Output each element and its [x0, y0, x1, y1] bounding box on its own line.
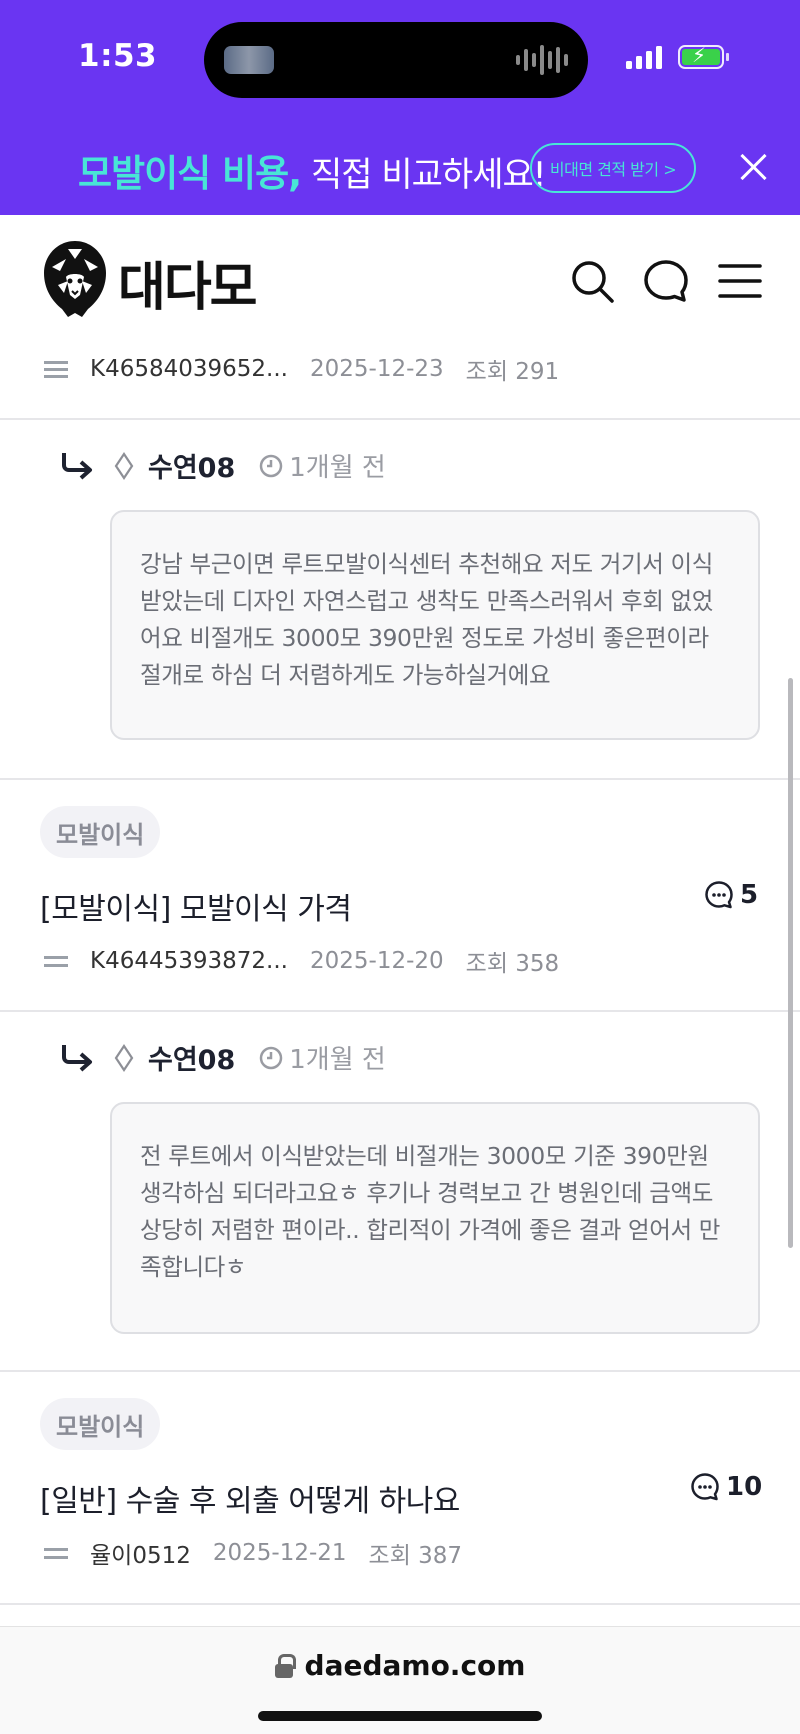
url-display[interactable]: daedamo.com — [0, 1649, 800, 1682]
category-badge[interactable]: 모발이식 — [40, 806, 161, 858]
lock-icon — [274, 1653, 296, 1678]
url-text: daedamo.com — [304, 1649, 526, 1682]
audio-wave-icon — [516, 42, 568, 78]
media-thumbnail-icon — [224, 46, 274, 74]
site-logo-text[interactable]: 대다모 — [118, 245, 258, 320]
comment-icon — [705, 881, 733, 909]
comment-count-value: 10 — [726, 1472, 763, 1502]
site-header: 대다모 — [0, 215, 800, 330]
post-date: 2025-12-21 — [212, 1540, 347, 1566]
author-list-icon — [44, 359, 68, 379]
reply-header: 수연08 1개월 전 — [60, 446, 386, 485]
estimate-button[interactable]: 비대면 견적 받기 > — [530, 143, 696, 193]
category-badge[interactable]: 모발이식 — [40, 1398, 161, 1450]
banner-subtext: 직접 비교하세요! — [301, 155, 546, 195]
post-meta: 율이0512 2025-12-21 조회 387 — [44, 1536, 462, 1570]
browser-url-bar[interactable]: daedamo.com — [0, 1626, 800, 1734]
post-views: 조회 291 — [465, 359, 560, 385]
search-icon[interactable] — [568, 257, 616, 305]
post-meta: K46445393872... 2025-12-20 조회 358 — [44, 944, 559, 978]
divider — [0, 1010, 800, 1012]
post-meta: K46584039652... 2025-12-23 조회 291 — [44, 352, 559, 386]
author-list-icon — [44, 1543, 68, 1563]
post-title[interactable]: [모발이식] 모발이식 가격 — [40, 884, 352, 928]
post-author[interactable]: K46584039652... — [90, 356, 288, 382]
status-time: 1:53 — [78, 38, 158, 74]
post-date: 2025-12-23 — [309, 356, 444, 382]
comment-count[interactable]: 5 — [704, 880, 758, 910]
post-date: 2025-12-20 — [309, 948, 444, 974]
clock-icon — [260, 1046, 283, 1069]
banner-highlight: 모발이식 비용, — [78, 152, 302, 195]
scrollbar[interactable] — [788, 678, 793, 1248]
dynamic-island — [204, 22, 588, 98]
author-list-icon — [44, 951, 68, 971]
comment-count[interactable]: 10 — [690, 1472, 762, 1502]
comment-icon — [691, 1473, 719, 1501]
user-level-icon — [114, 451, 134, 480]
post-author[interactable]: K46445393872... — [90, 948, 288, 974]
divider — [0, 778, 800, 780]
reply-time: 1개월 전 — [289, 453, 386, 483]
clock-icon — [260, 454, 283, 477]
banner-text[interactable]: 모발이식 비용, 직접 비교하세요! — [78, 143, 546, 197]
signal-icon — [626, 46, 662, 69]
divider — [0, 1370, 800, 1372]
divider — [0, 418, 800, 420]
reply-body[interactable]: 전 루트에서 이식받았는데 비절개는 3000모 기준 390만원 생각하심 되… — [110, 1102, 760, 1334]
post-title[interactable]: [일반] 수술 후 외출 어떻게 하나요 — [40, 1476, 460, 1520]
post-author[interactable]: 율이0512 — [90, 1536, 191, 1570]
reply-body[interactable]: 강남 부근이면 루트모발이식센터 추천해요 저도 거기서 이식받았는데 디자인 … — [110, 510, 760, 740]
reply-arrow-icon — [62, 1044, 92, 1071]
battery-icon: ⚡ — [678, 43, 729, 69]
reply-arrow-icon — [62, 452, 92, 479]
divider — [0, 1603, 800, 1605]
reply-header: 수연08 1개월 전 — [60, 1038, 386, 1077]
post-views: 조회 358 — [465, 951, 560, 977]
lion-logo-icon[interactable] — [38, 237, 112, 321]
comment-count-value: 5 — [740, 880, 759, 910]
close-icon[interactable] — [738, 152, 768, 182]
reply-user[interactable]: 수연08 — [148, 1038, 235, 1077]
chat-icon[interactable] — [642, 257, 690, 305]
menu-icon[interactable] — [716, 257, 764, 305]
promo-header: 1:53 ⚡ 모발이식 비용, 직접 비교하세요! 비대면 견적 받기 > — [0, 0, 800, 215]
user-level-icon — [114, 1043, 134, 1072]
reply-user[interactable]: 수연08 — [148, 446, 235, 485]
reply-time: 1개월 전 — [289, 1045, 386, 1075]
home-indicator[interactable] — [258, 1711, 542, 1721]
post-views: 조회 387 — [368, 1543, 463, 1569]
